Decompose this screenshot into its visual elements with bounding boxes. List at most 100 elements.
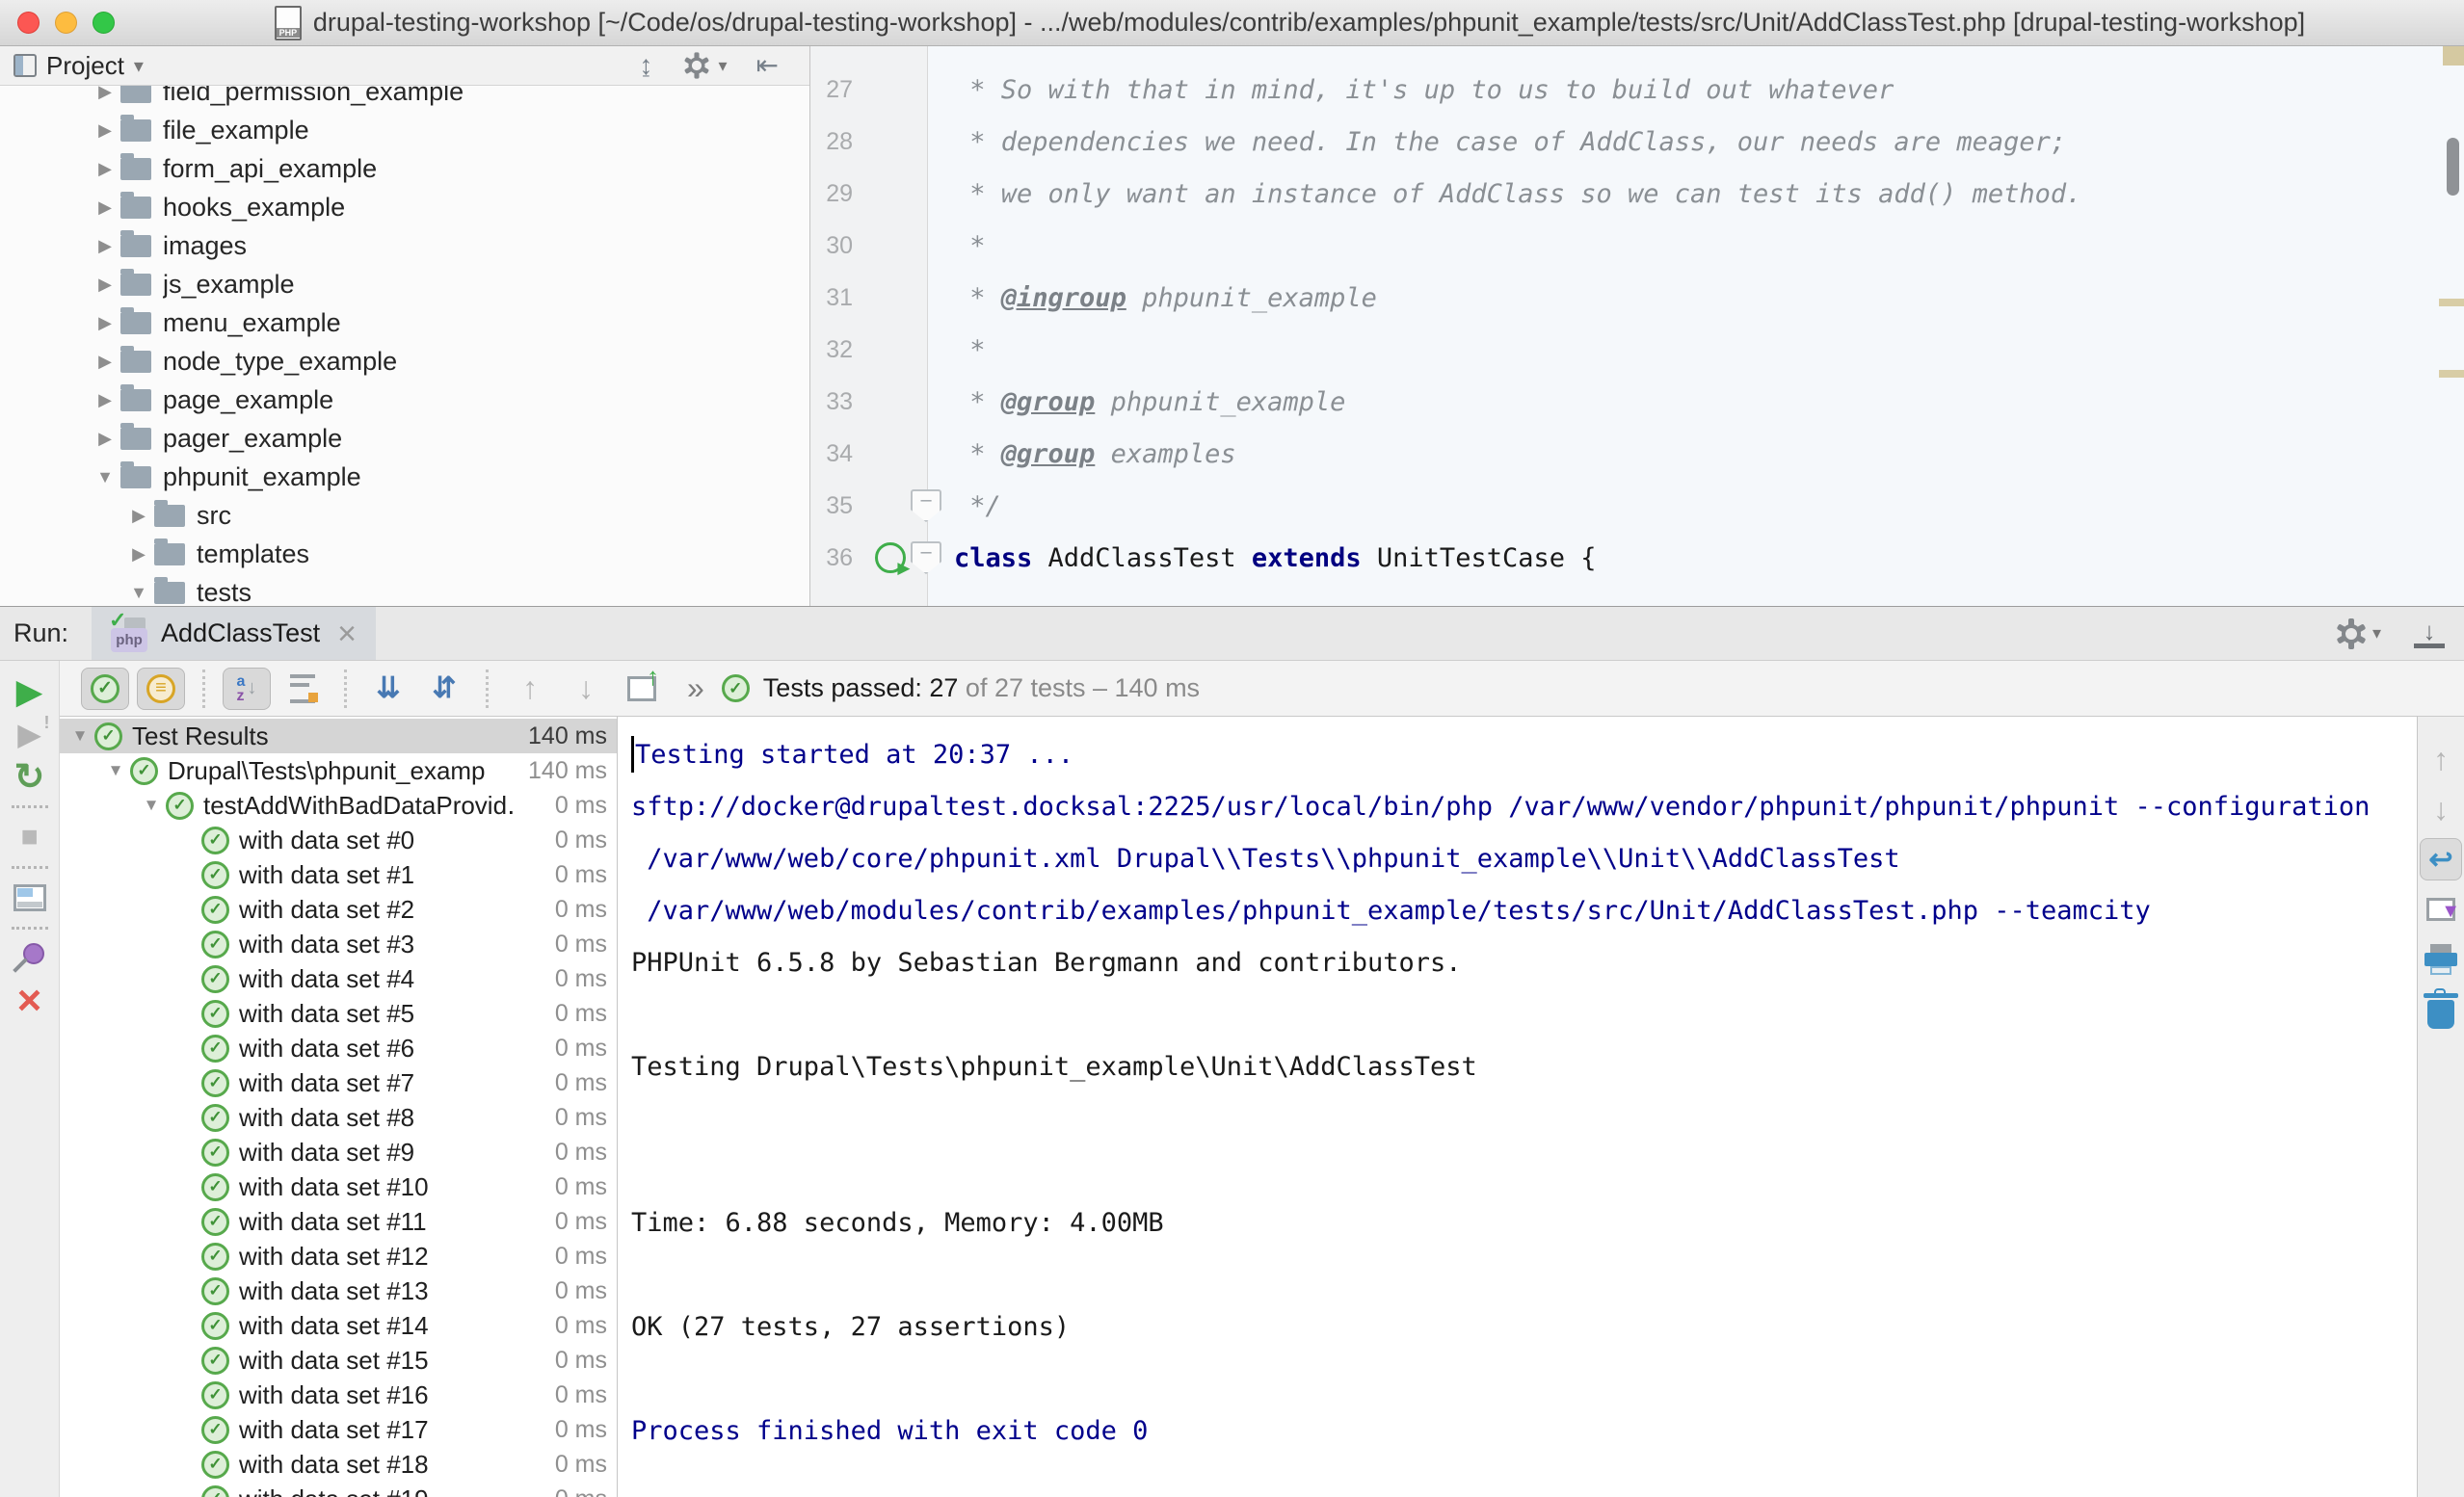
project-tree-item-menu-example[interactable]: ▶menu_example	[0, 303, 809, 342]
collapsed-arrow-icon[interactable]: ▶	[90, 86, 120, 102]
hide-panel-icon[interactable]: ⇤	[756, 52, 779, 79]
test-row-with-data-set-3[interactable]: ✓with data set #30 ms	[60, 927, 617, 961]
soft-wrap-toggle[interactable]: ↩	[2420, 838, 2462, 880]
test-row-with-data-set-0[interactable]: ✓with data set #00 ms	[60, 823, 617, 857]
project-tree-item-node-type-example[interactable]: ▶node_type_example	[0, 342, 809, 381]
collapse-all-button[interactable]: ⇵	[420, 668, 468, 710]
toggle-auto-test-button[interactable]: ↻	[8, 755, 52, 798]
scroll-up-button[interactable]: ↑	[2420, 738, 2462, 780]
test-row-test-results[interactable]: ▼✓Test Results140 ms	[60, 719, 617, 753]
previous-occurrence-button[interactable]: ↑	[506, 668, 554, 710]
hide-tool-window-icon[interactable]: ↓	[2414, 618, 2445, 648]
close-window-button[interactable]	[17, 12, 40, 34]
pin-tab-button[interactable]	[8, 937, 52, 980]
project-tree-item-hooks-example[interactable]: ▶hooks_example	[0, 188, 809, 226]
expand-all-button[interactable]: ⇊	[364, 668, 412, 710]
close-panel-button[interactable]: ×	[8, 980, 52, 1022]
scroll-to-end-button[interactable]	[2420, 888, 2462, 931]
project-tree-item-templates[interactable]: ▶templates	[0, 535, 809, 573]
project-tree-item-images[interactable]: ▶images	[0, 226, 809, 265]
test-row-with-data-set-13[interactable]: ✓with data set #130 ms	[60, 1274, 617, 1308]
more-options-icon[interactable]: »	[687, 670, 704, 706]
test-console-output[interactable]: Testing started at 20:37 ...sftp://docke…	[617, 717, 2418, 1497]
project-tree-item-page-example[interactable]: ▶page_example	[0, 381, 809, 419]
warning-stripe-mark[interactable]	[2439, 370, 2464, 378]
test-row-drupal-tests-phpunit-examp[interactable]: ▼✓Drupal\Tests\phpunit_examp140 ms	[60, 753, 617, 788]
expanded-arrow-icon[interactable]: ▼	[90, 467, 120, 487]
run-settings-button[interactable]: ▾	[2336, 618, 2381, 649]
test-results-tree[interactable]: ▼✓Test Results140 ms▼✓Drupal\Tests\phpun…	[60, 717, 617, 1497]
test-passed-icon: ✓	[94, 722, 122, 750]
clear-output-button[interactable]	[2420, 988, 2462, 1031]
test-row-with-data-set-4[interactable]: ✓with data set #40 ms	[60, 961, 617, 996]
chevron-down-icon[interactable]: ▾	[134, 54, 144, 78]
stop-button[interactable]: ■	[8, 816, 52, 858]
project-tree-item-js-example[interactable]: ▶js_example	[0, 265, 809, 303]
test-row-with-data-set-2[interactable]: ✓with data set #20 ms	[60, 892, 617, 927]
minimize-window-button[interactable]	[55, 12, 77, 34]
print-button[interactable]	[2420, 938, 2462, 981]
test-row-with-data-set-5[interactable]: ✓with data set #50 ms	[60, 996, 617, 1031]
project-tree[interactable]: ▶field_permission_example▶file_example▶f…	[0, 86, 809, 606]
collapsed-arrow-icon[interactable]: ▶	[90, 390, 120, 410]
collapsed-arrow-icon[interactable]: ▶	[90, 120, 120, 141]
test-row-with-data-set-11[interactable]: ✓with data set #110 ms	[60, 1204, 617, 1239]
collapse-all-icon[interactable]: ↨	[639, 52, 652, 79]
test-row-with-data-set-6[interactable]: ✓with data set #60 ms	[60, 1031, 617, 1065]
project-tree-item-form-api-example[interactable]: ▶form_api_example	[0, 149, 809, 188]
import-test-results-button[interactable]	[618, 668, 666, 710]
collapsed-arrow-icon[interactable]: ▶	[90, 429, 120, 449]
show-passed-toggle[interactable]: ✓	[81, 668, 129, 710]
sort-alphabetically-toggle[interactable]: az↓	[223, 668, 271, 710]
project-tree-item-file-example[interactable]: ▶file_example	[0, 111, 809, 149]
test-row-with-data-set-17[interactable]: ✓with data set #170 ms	[60, 1412, 617, 1447]
zoom-window-button[interactable]	[93, 12, 115, 34]
test-row-testaddwithbaddataprovid[interactable]: ▼✓testAddWithBadDataProvid․0 ms	[60, 788, 617, 823]
run-test-gutter-icon[interactable]	[875, 542, 906, 573]
settings-gear-button[interactable]: ▾	[681, 50, 727, 81]
test-row-with-data-set-7[interactable]: ✓with data set #70 ms	[60, 1065, 617, 1100]
next-occurrence-button[interactable]: ↓	[562, 668, 610, 710]
expanded-arrow-icon[interactable]: ▼	[101, 761, 130, 780]
sort-by-duration-toggle[interactable]	[278, 668, 327, 710]
collapsed-arrow-icon[interactable]: ▶	[90, 352, 120, 372]
collapsed-arrow-icon[interactable]: ▶	[90, 197, 120, 218]
test-row-with-data-set-14[interactable]: ✓with data set #140 ms	[60, 1308, 617, 1343]
project-tree-item-pager-example[interactable]: ▶pager_example	[0, 419, 809, 458]
test-row-with-data-set-15[interactable]: ✓with data set #150 ms	[60, 1343, 617, 1378]
collapsed-arrow-icon[interactable]: ▶	[90, 236, 120, 256]
collapsed-arrow-icon[interactable]: ▶	[123, 544, 154, 565]
restore-layout-button[interactable]	[8, 877, 52, 919]
test-row-with-data-set-9[interactable]: ✓with data set #90 ms	[60, 1135, 617, 1169]
test-row-with-data-set-12[interactable]: ✓with data set #120 ms	[60, 1239, 617, 1274]
show-ignored-toggle[interactable]: ≡	[137, 668, 185, 710]
project-tree-item-tests[interactable]: ▼tests	[0, 573, 809, 606]
expanded-arrow-icon[interactable]: ▼	[137, 796, 166, 815]
rerun-failed-tests-button[interactable]: ▶!	[8, 713, 52, 755]
folder-icon	[120, 312, 151, 334]
project-tree-item-phpunit-example[interactable]: ▼phpunit_example	[0, 458, 809, 496]
collapsed-arrow-icon[interactable]: ▶	[123, 506, 154, 526]
test-row-with-data-set-10[interactable]: ✓with data set #100 ms	[60, 1169, 617, 1204]
scroll-down-button[interactable]: ↓	[2420, 788, 2462, 830]
test-row-with-data-set-16[interactable]: ✓with data set #160 ms	[60, 1378, 617, 1412]
test-row-with-data-set-1[interactable]: ✓with data set #10 ms	[60, 857, 617, 892]
inspection-indicator[interactable]	[2443, 46, 2464, 66]
warning-stripe-mark[interactable]	[2439, 299, 2464, 306]
collapsed-arrow-icon[interactable]: ▶	[90, 275, 120, 295]
test-row-with-data-set-8[interactable]: ✓with data set #80 ms	[60, 1100, 617, 1135]
close-tab-icon[interactable]: ×	[337, 617, 357, 650]
test-row-with-data-set-19[interactable]: ✓with data set #190 ms	[60, 1482, 617, 1497]
project-tree-item-src[interactable]: ▶src	[0, 496, 809, 535]
expanded-arrow-icon[interactable]: ▼	[66, 726, 94, 746]
code-editor[interactable]: 2627 * So with that in mind, it's up to …	[810, 46, 2464, 606]
expanded-arrow-icon[interactable]: ▼	[123, 583, 154, 603]
rerun-tests-button[interactable]: ▶	[8, 670, 52, 713]
collapsed-arrow-icon[interactable]: ▶	[90, 159, 120, 179]
run-tab-addclasstest[interactable]: php ✓ AddClassTest ×	[92, 607, 376, 660]
test-duration: 0 ms	[547, 792, 617, 820]
project-tree-item-field-permission-example[interactable]: ▶field_permission_example	[0, 86, 809, 111]
test-row-with-data-set-18[interactable]: ✓with data set #180 ms	[60, 1447, 617, 1482]
editor-scrollbar-thumb[interactable]	[2447, 138, 2459, 196]
collapsed-arrow-icon[interactable]: ▶	[90, 313, 120, 333]
